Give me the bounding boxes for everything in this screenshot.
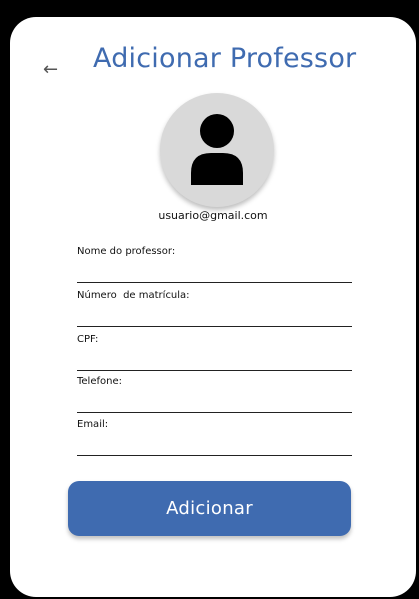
professor-name-field: Nome do professor: <box>77 246 352 286</box>
phone-input[interactable] <box>77 388 352 413</box>
email-field: Email: <box>77 419 352 459</box>
cpf-input[interactable] <box>77 346 352 371</box>
registration-number-input[interactable] <box>77 302 352 327</box>
professor-name-input[interactable] <box>77 258 352 283</box>
phone-field: Telefone: <box>77 376 352 416</box>
cpf-label: CPF: <box>77 334 99 345</box>
professor-name-label: Nome do professor: <box>77 246 176 257</box>
page-title: Adicionar Professor <box>93 43 357 74</box>
email-input[interactable] <box>77 431 352 456</box>
email-label: Email: <box>77 419 109 430</box>
avatar[interactable] <box>160 93 274 207</box>
form-card: ← Adicionar Professor usuario@gmail.com … <box>10 17 416 597</box>
cpf-field: CPF: <box>77 334 352 374</box>
registration-number-label: Número de matrícula: <box>77 290 190 301</box>
registration-number-field: Número de matrícula: <box>77 290 352 330</box>
add-professor-button[interactable]: Adicionar <box>68 481 351 536</box>
back-arrow-icon[interactable]: ← <box>43 61 58 79</box>
user-email: usuario@gmail.com <box>158 209 268 222</box>
phone-label: Telefone: <box>77 376 122 387</box>
user-silhouette-icon <box>191 114 243 185</box>
